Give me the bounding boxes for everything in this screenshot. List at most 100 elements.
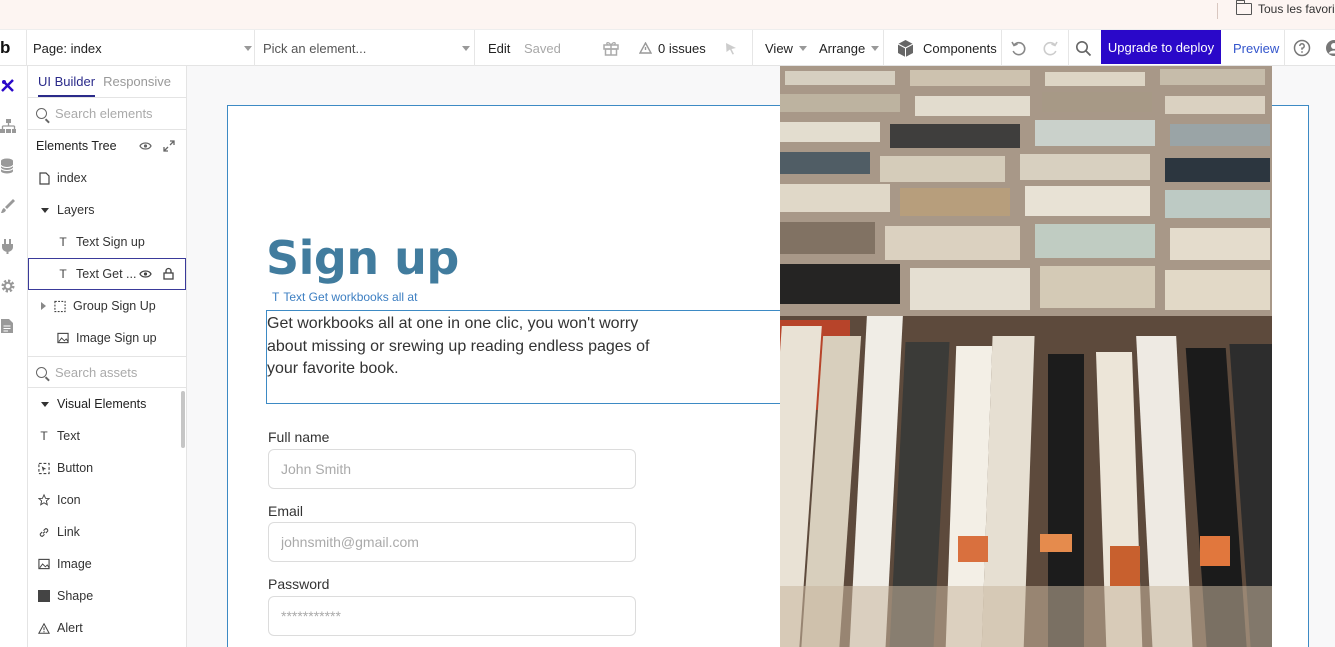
selected-text-element[interactable]: Get workbooks all at one in one clic, yo…: [266, 310, 781, 404]
visual-element-label: Icon: [57, 493, 81, 507]
search-elements-placeholder: Search elements: [55, 106, 153, 121]
view-menu[interactable]: View: [765, 30, 807, 66]
lock-icon[interactable]: [163, 267, 174, 280]
edit-button[interactable]: Edit: [488, 30, 510, 66]
app-logo[interactable]: b: [0, 30, 20, 66]
visual-element-label: Link: [57, 525, 80, 539]
left-icon-rail: [0, 66, 28, 647]
search-elements-field[interactable]: Search elements: [28, 98, 186, 130]
view-menu-label: View: [765, 40, 793, 56]
arrange-menu-label: Arrange: [819, 40, 866, 56]
tab-ui-builder[interactable]: UI Builder: [38, 74, 96, 97]
visual-element-icon[interactable]: Icon: [28, 484, 186, 516]
components-button[interactable]: Components: [896, 30, 997, 66]
components-label: Components: [923, 40, 997, 56]
visual-element-image[interactable]: Image: [28, 548, 186, 580]
upgrade-to-deploy-button[interactable]: Upgrade to deploy: [1101, 30, 1221, 64]
elements-tree-title: Elements Tree: [36, 139, 117, 153]
visual-element-label: Button: [57, 461, 94, 475]
books-photo[interactable]: [780, 66, 1272, 647]
eye-icon[interactable]: [139, 141, 152, 151]
arrange-menu[interactable]: Arrange: [819, 30, 880, 66]
database-icon[interactable]: [0, 158, 16, 174]
tree-item-text-get[interactable]: T Text Get ...: [28, 258, 186, 290]
tree-item-text-sign-up[interactable]: T Text Sign up: [28, 226, 186, 258]
tree-item-index[interactable]: index: [28, 162, 186, 194]
warning-icon: [639, 42, 652, 54]
image-icon: [57, 332, 69, 344]
warning-icon: [38, 622, 50, 634]
editor-canvas[interactable]: Sign up T Text Get workbooks all at Get …: [187, 66, 1335, 647]
preview-button[interactable]: Preview: [1233, 30, 1279, 66]
workflow-icon[interactable]: [0, 118, 17, 134]
button-element-icon: [38, 462, 50, 474]
sign-up-title[interactable]: Sign up: [266, 231, 459, 285]
tree-item-group-sign-up[interactable]: Group Sign Up: [28, 290, 186, 322]
tree-item-label: Layers: [57, 203, 95, 217]
tab-responsive[interactable]: Responsive: [103, 74, 171, 97]
visual-elements-header[interactable]: Visual Elements: [28, 388, 186, 420]
group-icon: [54, 300, 66, 312]
undo-icon[interactable]: [1010, 30, 1027, 66]
text-type-icon: T: [59, 235, 67, 249]
page-icon: [38, 171, 50, 185]
saved-status: Saved: [524, 40, 561, 56]
text-type-icon: T: [272, 290, 280, 304]
settings-gear-icon[interactable]: [0, 278, 16, 294]
chevron-down-icon: [462, 45, 470, 51]
panel-tabs: UI Builder Responsive: [28, 66, 186, 98]
selection-label-text: Text Get workbooks all at: [283, 290, 418, 304]
search-icon: [36, 108, 47, 119]
tree-item-label: Group Sign Up: [73, 299, 156, 313]
issues-label: 0 issues: [658, 40, 706, 56]
design-tools-icon[interactable]: [0, 78, 16, 94]
plugin-icon[interactable]: [0, 238, 16, 254]
tree-item-label: Text Get ...: [76, 267, 137, 281]
email-label: Email: [268, 503, 304, 519]
visual-element-link[interactable]: Link: [28, 516, 186, 548]
visual-element-label: Text: [57, 429, 80, 443]
redo-icon[interactable]: [1042, 30, 1059, 66]
visual-element-alert[interactable]: Alert: [28, 612, 186, 644]
visual-element-label: Alert: [57, 621, 83, 635]
selection-label: T Text Get workbooks all at: [272, 290, 417, 304]
brush-icon[interactable]: [0, 198, 16, 214]
page-select-label: Page: index: [33, 40, 102, 56]
page-select[interactable]: Page: index: [33, 30, 252, 66]
search-assets-field[interactable]: Search assets: [28, 356, 186, 388]
full-name-input[interactable]: [268, 449, 636, 489]
link-icon: [38, 526, 50, 538]
all-favorites-link[interactable]: Tous les favoris: [1235, 0, 1335, 16]
visual-elements-title: Visual Elements: [57, 397, 147, 411]
visual-element-shape[interactable]: Shape: [28, 580, 186, 612]
eye-icon[interactable]: [139, 269, 152, 279]
tree-item-layers[interactable]: Layers: [28, 194, 186, 226]
visual-element-text[interactable]: T Text: [28, 420, 186, 452]
password-label: Password: [268, 576, 330, 592]
text-type-icon: T: [59, 267, 67, 281]
gift-icon[interactable]: [602, 30, 620, 66]
email-input[interactable]: [268, 522, 636, 562]
tree-item-image-sign-up[interactable]: Image Sign up: [28, 322, 186, 354]
visual-element-label: Image: [57, 557, 92, 571]
inspect-cursor-icon[interactable]: [723, 30, 739, 66]
image-icon: [38, 558, 50, 570]
expand-icon[interactable]: [163, 140, 175, 152]
cube-icon: [897, 39, 914, 57]
description-text: Get workbooks all at one in one clic, yo…: [267, 315, 650, 377]
ui-builder-panel: UI Builder Responsive Search elements El…: [28, 66, 187, 647]
tree-item-label: Text Sign up: [76, 235, 145, 249]
tree-item-label: index: [57, 171, 87, 185]
folder-icon: [1235, 0, 1252, 15]
element-picker[interactable]: Pick an element...: [263, 30, 470, 66]
bookmarks-bar: Tous les favoris: [0, 0, 1335, 30]
issues-indicator[interactable]: 0 issues: [639, 30, 706, 66]
panel-scrollbar[interactable]: [181, 391, 185, 448]
help-icon[interactable]: [1293, 30, 1311, 66]
logs-document-icon[interactable]: [0, 318, 16, 334]
account-avatar-icon[interactable]: [1325, 30, 1335, 66]
visual-element-button[interactable]: Button: [28, 452, 186, 484]
password-input[interactable]: [268, 596, 636, 636]
square-shape-icon: [38, 590, 50, 602]
search-icon[interactable]: [1075, 30, 1092, 66]
